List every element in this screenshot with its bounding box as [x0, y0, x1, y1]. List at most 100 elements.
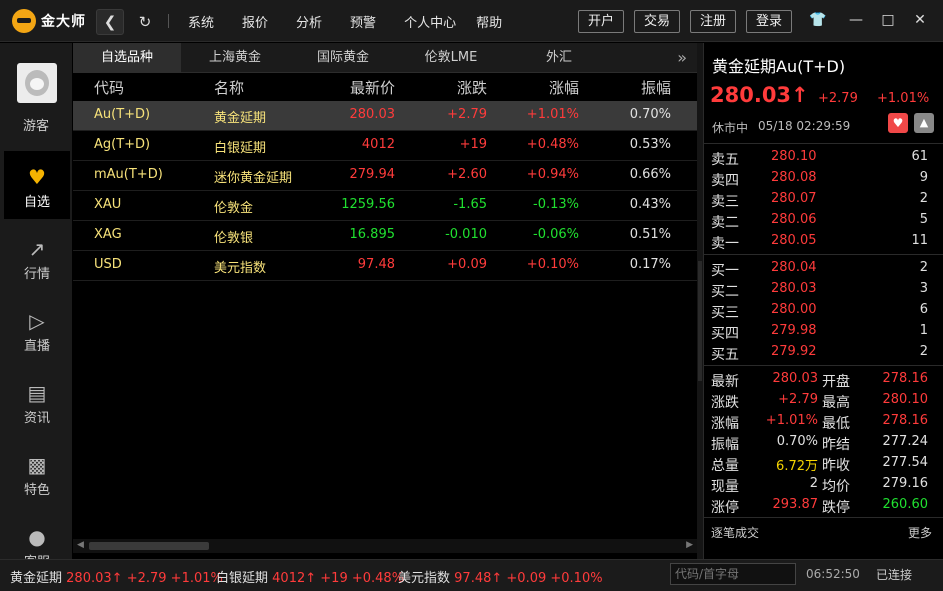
minimize-button[interactable]: —	[846, 10, 866, 30]
order-volume: 6	[919, 302, 928, 317]
alert-button[interactable]: ▲	[914, 113, 934, 133]
bid-row: 买三 280.00 6	[704, 300, 943, 321]
shirt-icon: 👕	[809, 12, 827, 28]
nav-item-market[interactable]: ↗ 行情	[4, 223, 70, 291]
cell-price: 279.94	[349, 167, 396, 182]
stat-value: 280.10	[882, 392, 929, 407]
nav-item-support[interactable]: ● 客服	[4, 511, 70, 559]
ticker-item[interactable]: 白银延期 4012↑ +19 +0.48%	[216, 567, 404, 586]
ticker-item[interactable]: 美元指数 97.48↑ +0.09 +0.10%	[398, 567, 603, 586]
stat-label: 最新	[711, 374, 739, 390]
order-level-label: 买五	[711, 347, 739, 363]
table-row[interactable]: Ag(T+D) 白银延期 4012 +19 +0.48% 0.53%	[73, 131, 697, 161]
stat-label: 涨停	[711, 500, 739, 516]
divider	[704, 254, 943, 255]
nav-item-live[interactable]: ▷ 直播	[4, 295, 70, 363]
main-menu: 系统 报价 分析 预警 个人中心 帮助	[188, 0, 522, 42]
cell-name: 伦敦银	[214, 231, 254, 246]
menu-system[interactable]: 系统	[188, 12, 214, 31]
stat-row: 最新 280.03 开盘 278.16	[704, 369, 943, 390]
order-volume: 2	[919, 191, 928, 206]
table-row[interactable]: Au(T+D) 黄金延期 280.03 +2.79 +1.01% 0.70%	[73, 101, 697, 131]
menu-analysis[interactable]: 分析	[296, 12, 322, 31]
logo-icon	[12, 9, 36, 33]
order-level-label: 卖四	[711, 173, 739, 189]
cell-price: 4012	[361, 137, 395, 152]
scroll-left-icon[interactable]: ◀	[77, 540, 84, 550]
tabs-more-button[interactable]: »	[677, 43, 687, 73]
tab-london-lme[interactable]: 伦敦LME	[397, 43, 505, 73]
nav-item-favorites[interactable]: ♥ 自选	[4, 151, 70, 219]
table-row[interactable]: XAG 伦敦银 16.895 -0.010 -0.06% 0.51%	[73, 221, 697, 251]
column-header-code[interactable]: 代码	[94, 77, 124, 98]
code-search-input[interactable]	[670, 563, 796, 585]
stat-value: 6.72万	[776, 459, 818, 474]
back-button[interactable]: ❮	[96, 9, 124, 35]
app-name: 金大师	[41, 14, 86, 30]
favorite-button[interactable]: ♥	[888, 113, 908, 133]
nav-label: 直播	[23, 339, 50, 354]
divider	[168, 14, 169, 28]
register-button[interactable]: 注册	[690, 10, 736, 33]
stat-value: 279.16	[882, 476, 929, 491]
ticker-name: 美元指数	[398, 571, 451, 586]
table-row[interactable]: USD 美元指数 97.48 +0.09 +0.10% 0.17%	[73, 251, 697, 281]
nav-item-news[interactable]: ▤ 资讯	[4, 367, 70, 435]
column-header-percent[interactable]: 涨幅	[549, 77, 579, 98]
scroll-right-icon[interactable]: ▶	[686, 540, 693, 550]
maximize-button[interactable]: □	[878, 10, 898, 30]
nav-item-featured[interactable]: ▩ 特色	[4, 439, 70, 507]
trade-button[interactable]: 交易	[634, 10, 680, 33]
menu-help[interactable]: 帮助	[476, 12, 502, 31]
menu-quote[interactable]: 报价	[242, 12, 268, 31]
login-button[interactable]: 登录	[746, 10, 792, 33]
ticker-price: 97.48↑	[454, 571, 503, 586]
more-link[interactable]: 更多	[908, 524, 932, 541]
scrollbar-thumb[interactable]	[89, 542, 209, 550]
skin-button[interactable]: 👕	[808, 10, 828, 30]
chevron-left-icon: ❮	[103, 13, 117, 31]
cell-amplitude: 0.51%	[629, 227, 671, 242]
chat-icon: ●	[28, 525, 46, 549]
app-logo: 金大师	[12, 9, 86, 33]
order-volume: 9	[919, 170, 928, 185]
ticker-change: +0.09	[506, 571, 547, 586]
bell-icon: ▲	[919, 116, 929, 129]
stat-row: 现量 2 均价 279.16	[704, 474, 943, 495]
cell-amplitude: 0.43%	[629, 197, 671, 212]
order-volume: 11	[911, 233, 928, 248]
avatar[interactable]	[17, 63, 57, 103]
tab-international-gold[interactable]: 国际黄金	[289, 43, 397, 73]
order-volume: 2	[919, 260, 928, 275]
order-price: 279.98	[771, 323, 817, 338]
stat-label: 涨幅	[711, 416, 739, 432]
ask-row: 卖四 280.08 9	[704, 168, 943, 189]
tab-favorites[interactable]: 自选品种	[73, 43, 181, 73]
quote-detail-panel: 黄金延期Au(T+D) 280.03↑ +2.79 +1.01% 休市中 05/…	[703, 43, 943, 559]
minimize-icon: —	[849, 12, 863, 28]
table-row[interactable]: mAu(T+D) 迷你黄金延期 279.94 +2.60 +0.94% 0.66%	[73, 161, 697, 191]
order-price: 280.08	[771, 170, 817, 185]
menu-alert[interactable]: 预警	[350, 12, 376, 31]
refresh-button[interactable]: ↻	[134, 11, 156, 33]
splitter-handle[interactable]	[698, 261, 702, 381]
table-row[interactable]: XAU 伦敦金 1259.56 -1.65 -0.13% 0.43%	[73, 191, 697, 221]
ticker-item[interactable]: 黄金延期 280.03↑ +2.79 +1.01%	[10, 567, 223, 586]
cell-change: -0.010	[445, 227, 487, 242]
horizontal-scrollbar[interactable]: ◀ ▶	[73, 539, 697, 553]
close-button[interactable]: ✕	[910, 10, 930, 30]
cell-price: 280.03	[349, 107, 396, 122]
tab-forex[interactable]: 外汇	[505, 43, 613, 73]
cell-name: 黄金延期	[214, 111, 267, 126]
cell-code: USD	[94, 257, 122, 272]
stat-label: 开盘	[822, 374, 850, 390]
column-header-change[interactable]: 涨跌	[457, 77, 487, 98]
column-header-price[interactable]: 最新价	[350, 77, 395, 98]
menu-personal-center[interactable]: 个人中心	[404, 12, 456, 31]
open-account-button[interactable]: 开户	[578, 10, 624, 33]
divider	[704, 365, 943, 366]
heart-icon: ♥	[892, 116, 904, 130]
column-header-name[interactable]: 名称	[214, 77, 244, 98]
tab-shanghai-gold[interactable]: 上海黄金	[181, 43, 289, 73]
column-header-amplitude[interactable]: 振幅	[641, 77, 671, 98]
